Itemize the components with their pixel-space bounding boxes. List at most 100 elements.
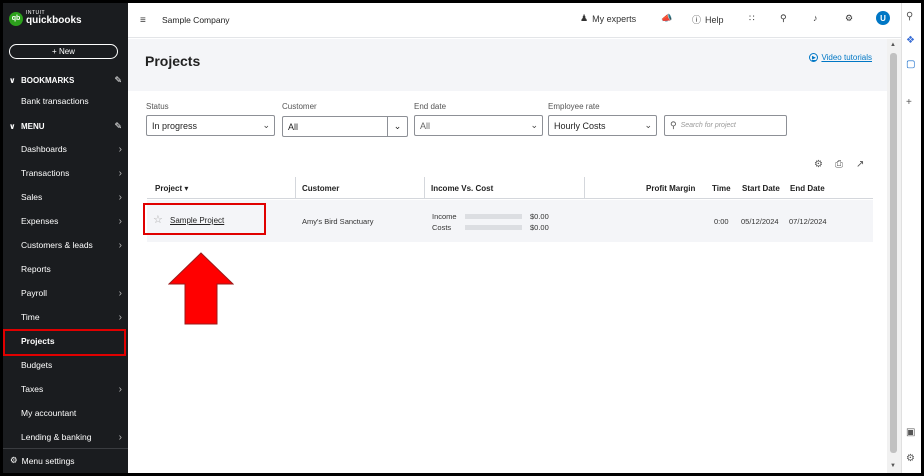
projects-highlight-box	[3, 329, 126, 356]
status-select[interactable]: In progress ⌄	[146, 115, 275, 136]
table-settings-gear-icon[interactable]: ⚙	[814, 159, 823, 170]
chevron-down-icon: ⌄	[262, 120, 270, 130]
column-start-date[interactable]: Start Date	[742, 184, 780, 193]
search-icon[interactable]: ⚲	[906, 11, 913, 22]
income-bar	[465, 214, 522, 219]
add-icon[interactable]: +	[906, 97, 912, 108]
play-icon: ▶	[809, 53, 819, 62]
new-button[interactable]: + New	[9, 44, 118, 59]
company-name: Sample Company	[162, 15, 230, 25]
table-row[interactable]: ☆ Sample Project Amy's Bird Sanctuary In…	[143, 200, 873, 242]
customer-cell: Amy's Bird Sanctuary	[302, 217, 374, 226]
search-icon[interactable]: ⚲	[780, 13, 787, 24]
my-experts-button[interactable]: ♟ My experts	[580, 13, 636, 24]
column-time[interactable]: Time	[712, 184, 731, 193]
column-profit-margin[interactable]: Profit Margin	[646, 184, 695, 193]
sidebar-item-payroll[interactable]: Payroll ›	[3, 281, 128, 305]
megaphone-icon[interactable]: 📣	[661, 13, 672, 24]
settings-gear-icon[interactable]: ⚙	[845, 13, 853, 24]
page-title: Projects	[145, 53, 201, 69]
menu-toggle-icon[interactable]: ≡	[140, 15, 146, 26]
help-button[interactable]: ⓘ Help	[692, 13, 724, 26]
notifications-bell-icon[interactable]: ♪	[813, 13, 818, 23]
costs-label: Costs	[432, 223, 452, 232]
extension-icon[interactable]: ❖	[906, 35, 915, 46]
chevron-right-icon: ›	[118, 287, 122, 299]
bookmark-bank-transactions[interactable]: Bank transactions	[3, 89, 128, 113]
sidebar-item-dashboards[interactable]: Dashboards ›	[3, 137, 128, 161]
page-header: Projects ▶ Video tutorials	[128, 39, 890, 91]
status-label: Status	[146, 102, 169, 111]
chevron-right-icon: ›	[118, 143, 122, 155]
sidebar-item-reports[interactable]: Reports	[3, 257, 128, 281]
browser-side-rail: ⚲ ❖ ▢ + ▣ ⚙	[901, 3, 921, 473]
chevron-down-icon: ∨	[9, 121, 16, 131]
gear-icon: ⚙	[10, 455, 18, 465]
end-date-cell: 07/12/2024	[789, 217, 827, 226]
sidebar-item-taxes[interactable]: Taxes ›	[3, 377, 128, 401]
menu-section[interactable]: ∨ MENU ✎	[3, 115, 128, 137]
edit-pencil-icon[interactable]: ✎	[114, 75, 122, 86]
column-project[interactable]: Project ▾	[155, 184, 188, 193]
sidebar-item-budgets[interactable]: Budgets	[3, 353, 128, 377]
top-bar: ≡ Sample Company ♟ My experts 📣 ⓘ Help ∷…	[128, 3, 901, 38]
sidebar-item-sales[interactable]: Sales ›	[3, 185, 128, 209]
customer-select[interactable]: All ⌄	[282, 116, 408, 137]
print-icon[interactable]: ⎙	[835, 159, 843, 170]
income-value: $0.00	[530, 212, 549, 221]
sidebar-item-lending-banking[interactable]: Lending & banking ›	[3, 425, 128, 449]
chevron-right-icon: ›	[118, 215, 122, 227]
edit-pencil-icon[interactable]: ✎	[114, 121, 122, 132]
employee-rate-select[interactable]: Hourly Costs ⌄	[548, 115, 657, 136]
search-input[interactable]: ⚲ Search for project	[664, 115, 787, 136]
avatar[interactable]: U	[876, 11, 890, 25]
help-icon: ⓘ	[692, 15, 702, 25]
chevron-down-icon: ⌄	[530, 120, 538, 130]
chevron-right-icon: ›	[118, 239, 122, 251]
bookmarks-section[interactable]: ∨ BOOKMARKS ✎	[3, 69, 128, 91]
vertical-scrollbar[interactable]: ▲ ▼	[887, 39, 901, 473]
red-arrow-annotation	[168, 252, 234, 325]
end-date-select[interactable]: All ⌄	[414, 115, 543, 136]
income-label: Income	[432, 212, 457, 221]
apps-grid-icon[interactable]: ∷	[749, 13, 755, 24]
scrollbar-thumb[interactable]	[890, 53, 897, 453]
screenshot-icon[interactable]: ▣	[906, 427, 915, 438]
chevron-right-icon: ›	[118, 167, 122, 179]
start-date-cell: 05/12/2024	[741, 217, 779, 226]
chevron-down-icon: ⌄	[387, 117, 407, 136]
qb-logo-icon: qb	[9, 11, 23, 26]
chevron-right-icon: ›	[118, 191, 122, 203]
column-end-date[interactable]: End Date	[790, 184, 825, 193]
sidebar-item-time[interactable]: Time ›	[3, 305, 128, 329]
menu-label: MENU	[21, 121, 45, 131]
main-content: Projects ▶ Video tutorials Status In pro…	[128, 39, 890, 473]
sidebar-item-transactions[interactable]: Transactions ›	[3, 161, 128, 185]
sidebar-item-expenses[interactable]: Expenses ›	[3, 209, 128, 233]
scroll-down-icon[interactable]: ▼	[890, 463, 896, 469]
chevron-right-icon: ›	[118, 431, 122, 443]
column-customer[interactable]: Customer	[302, 184, 339, 193]
export-icon[interactable]: ↗	[856, 159, 864, 170]
bookmarks-label: BOOKMARKS	[21, 75, 75, 85]
app-frame: qb INTUIT quickbooks + New ∨ BOOKMARKS ✎…	[3, 3, 921, 473]
end-date-label: End date	[414, 102, 447, 111]
chevron-right-icon: ›	[118, 311, 122, 323]
employee-rate-label: Employee rate	[548, 102, 600, 111]
chevron-right-icon: ›	[118, 383, 122, 395]
outlook-icon[interactable]: ▢	[906, 59, 915, 70]
customer-label: Customer	[282, 102, 317, 111]
sidebar-item-my-accountant[interactable]: My accountant	[3, 401, 128, 425]
quickbooks-logo[interactable]: qb INTUIT quickbooks	[9, 11, 82, 26]
scroll-up-icon[interactable]: ▲	[890, 42, 896, 48]
settings-gear-icon[interactable]: ⚙	[906, 453, 915, 464]
time-cell: 0:00	[714, 217, 729, 226]
sidebar-item-customers-leads[interactable]: Customers & leads ›	[3, 233, 128, 257]
menu-settings-button[interactable]: ⚙ Menu settings	[3, 448, 128, 472]
sidebar: qb INTUIT quickbooks + New ∨ BOOKMARKS ✎…	[3, 3, 128, 473]
video-tutorials-link[interactable]: ▶ Video tutorials	[809, 53, 872, 62]
column-income-vs-cost[interactable]: Income Vs. Cost	[431, 184, 493, 193]
chevron-down-icon: ⌄	[644, 120, 652, 130]
brand-quickbooks: quickbooks	[26, 15, 82, 26]
table-header: Project ▾ Customer Income Vs. Cost Profi…	[147, 177, 873, 199]
